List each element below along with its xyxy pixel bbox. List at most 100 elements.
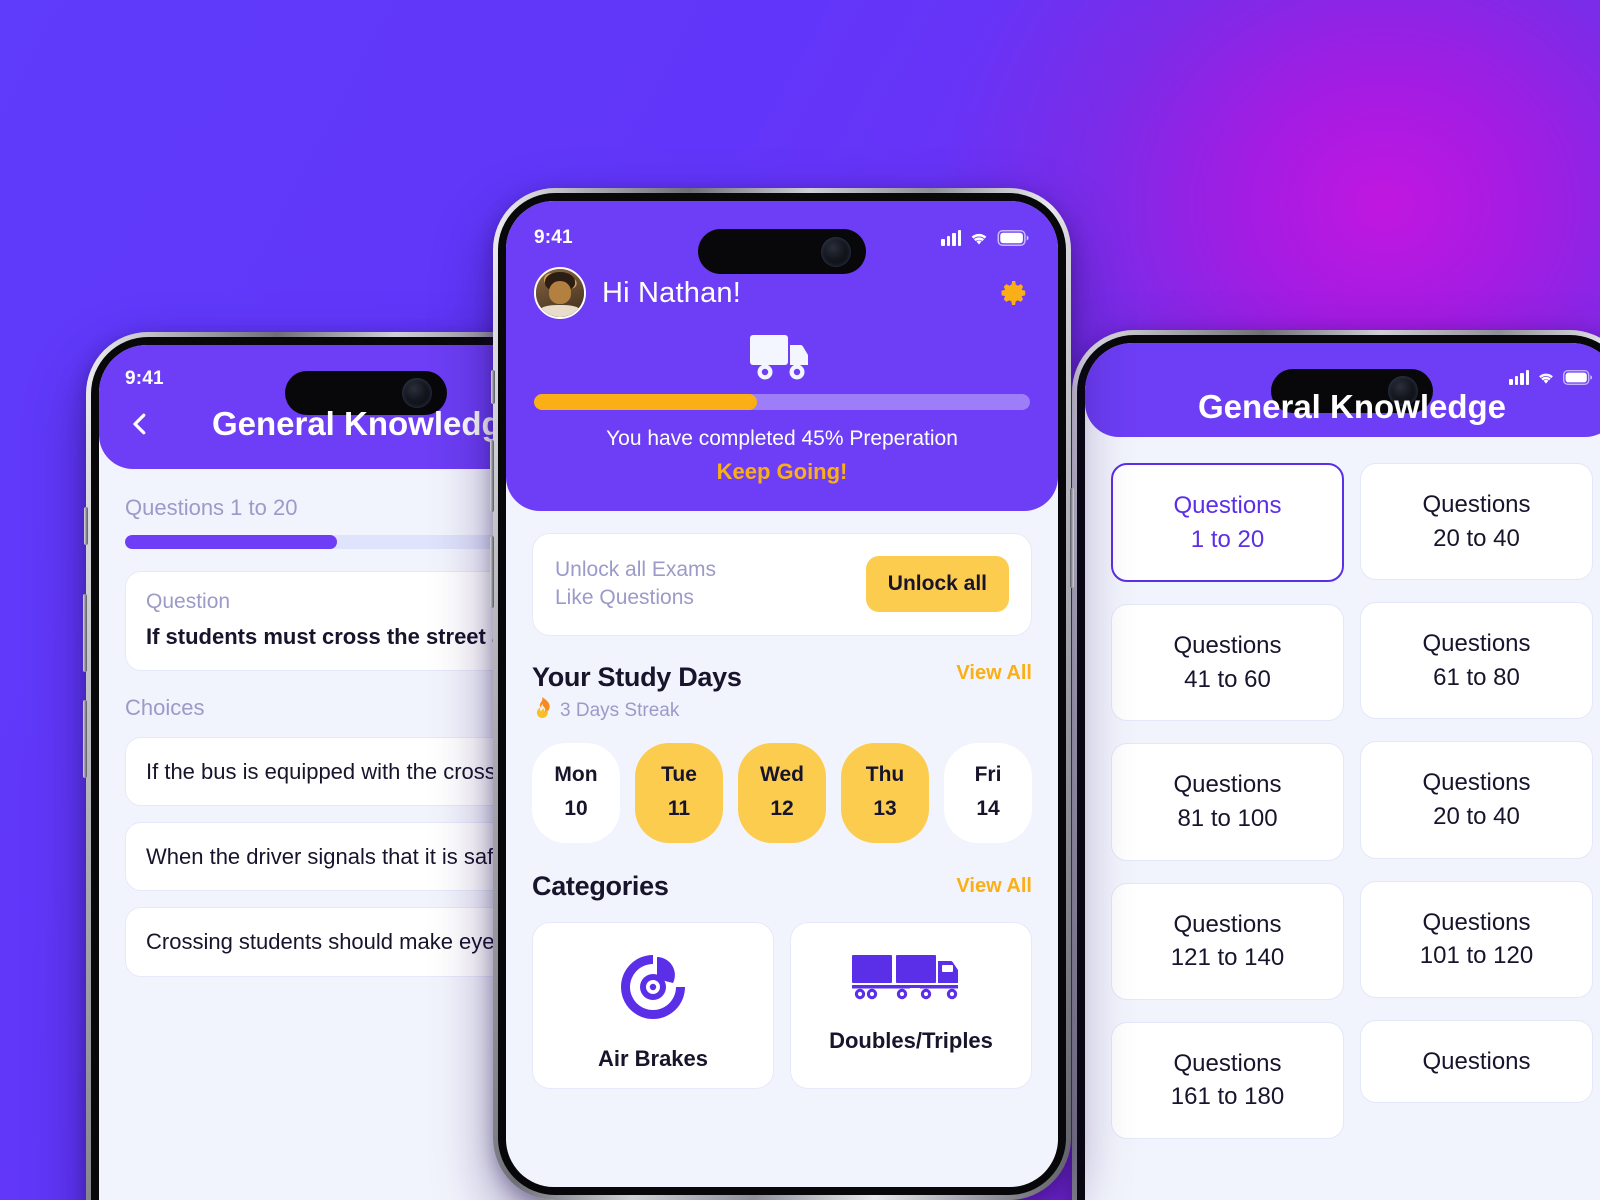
- power-button[interactable]: [1070, 488, 1074, 588]
- categories-grid: Air Brakes Doubles/Triples: [532, 921, 1032, 1089]
- volume-down-button[interactable]: [490, 536, 494, 608]
- right-body: Questions 1 to 20 Questions 41 to 60 Questio…: [1085, 437, 1600, 1139]
- avatar[interactable]: [534, 267, 586, 319]
- front-camera-icon: [402, 378, 433, 408]
- preparation-progress-bar: [534, 394, 1030, 410]
- category-card-air-brakes[interactable]: Air Brakes: [532, 921, 774, 1089]
- study-day-date: 10: [564, 796, 588, 820]
- question-sets-right-column: Questions 20 to 40 Questions 61 to 80 Questi…: [1360, 463, 1593, 1139]
- question-set-title: Questions: [1173, 1049, 1282, 1077]
- study-day-name: Mon: [554, 762, 598, 786]
- question-set-card[interactable]: Questions 41 to 60: [1111, 604, 1344, 722]
- question-set-card[interactable]: Questions 161 to 180: [1111, 1021, 1344, 1139]
- categories-header: Categories View All: [532, 871, 1032, 902]
- question-set-title: Questions: [1422, 1047, 1531, 1075]
- question-set-card[interactable]: Questions 20 to 40: [1360, 741, 1593, 859]
- dynamic-island: [698, 229, 866, 274]
- status-time: 9:41: [534, 227, 573, 248]
- category-name: Air Brakes: [597, 1045, 709, 1071]
- fire-icon: [532, 696, 552, 725]
- volume-up-button[interactable]: [83, 594, 87, 672]
- front-camera-icon: [820, 236, 851, 267]
- question-set-title: Questions: [1422, 769, 1531, 797]
- question-set-card[interactable]: Questions: [1360, 1019, 1593, 1104]
- question-set-title: Questions: [1173, 632, 1282, 660]
- truck-icon: [748, 331, 816, 388]
- study-day-name: Wed: [760, 762, 804, 786]
- status-icons: [1509, 369, 1593, 385]
- study-days-row: Mon 10 Tue 11 Wed 12 Thu 13 Fri 14: [532, 742, 1032, 843]
- user-greeting-row: Hi Nathan!: [534, 267, 1030, 319]
- page-title: General Knowledge: [1197, 388, 1507, 425]
- question-set-card[interactable]: Questions 81 to 100: [1111, 743, 1344, 861]
- silent-switch[interactable]: [491, 370, 495, 404]
- question-set-card[interactable]: Questions 1 to 20: [1111, 463, 1344, 583]
- study-day-name: Tue: [661, 762, 697, 786]
- question-set-card[interactable]: Questions 61 to 80: [1360, 602, 1593, 720]
- question-set-title: Questions: [1422, 908, 1531, 936]
- study-day-date: 14: [976, 796, 1000, 820]
- categories-view-all[interactable]: View All: [956, 875, 1032, 898]
- question-sets-grid: Questions 1 to 20 Questions 41 to 60 Questio…: [1111, 463, 1593, 1139]
- gear-icon[interactable]: [992, 274, 1030, 312]
- unlock-line-2: Like Questions: [555, 586, 694, 610]
- center-phone-mockup: 9:41 Hi Nathan! You have completed 45% P…: [490, 188, 1074, 1200]
- study-day-tue[interactable]: Tue 11: [635, 742, 723, 843]
- center-phone-screen: 9:41 Hi Nathan! You have completed 45% P…: [506, 201, 1058, 1187]
- quiz-progress-fill: [125, 535, 338, 549]
- unlock-line-1: Unlock all Exams: [555, 558, 717, 581]
- encouragement-text: Keep Going!: [716, 459, 848, 484]
- streak-row: 3 Days Streak: [532, 696, 742, 725]
- study-day-date: 12: [770, 796, 794, 820]
- question-set-range: 1 to 20: [1190, 525, 1265, 553]
- study-day-date: 13: [873, 796, 897, 820]
- streak-text: 3 Days Streak: [560, 699, 680, 721]
- question-set-title: Questions: [1173, 910, 1282, 938]
- completion-text: You have completed 45% Preperation: [606, 427, 958, 450]
- wifi-icon: [1536, 370, 1556, 385]
- unlock-card-text: Unlock all Exams Like Questions: [555, 556, 716, 613]
- study-day-date: 11: [667, 796, 691, 820]
- question-set-range: 20 to 40: [1433, 524, 1520, 552]
- status-icons: [941, 230, 1030, 246]
- question-set-card[interactable]: Questions 20 to 40: [1360, 463, 1593, 581]
- home-body: Unlock all Exams Like Questions Unlock a…: [506, 511, 1058, 1089]
- study-days-view-all[interactable]: View All: [956, 662, 1032, 685]
- study-day-wed[interactable]: Wed 12: [738, 742, 826, 843]
- question-set-card[interactable]: Questions 121 to 140: [1111, 882, 1344, 1000]
- category-name: Doubles/Triples: [829, 1027, 993, 1053]
- battery-full-icon: [1563, 369, 1593, 385]
- question-set-title: Questions: [1173, 492, 1282, 519]
- unlock-all-button[interactable]: Unlock all: [865, 556, 1009, 613]
- question-set-title: Questions: [1422, 630, 1531, 658]
- mockup-stage: 9:41 General Knowledge Questions 1 to 20: [0, 0, 1600, 1200]
- wifi-icon: [968, 230, 990, 246]
- silent-switch[interactable]: [84, 507, 88, 545]
- study-day-name: Fri: [974, 762, 1002, 786]
- right-phone-mockup: 9:41: [1072, 330, 1600, 1200]
- greeting-text: Hi Nathan!: [602, 276, 742, 309]
- volume-down-button[interactable]: [83, 700, 87, 778]
- home-header: 9:41 Hi Nathan! You have completed 45% P…: [506, 201, 1058, 511]
- question-set-card[interactable]: Questions 101 to 120: [1360, 880, 1593, 998]
- preparation-progress-fill: [534, 394, 758, 410]
- category-card-doubles-triples[interactable]: Doubles/Triples: [790, 921, 1032, 1089]
- question-set-range: 81 to 100: [1177, 804, 1278, 832]
- question-set-range: 20 to 40: [1433, 802, 1520, 830]
- study-day-thu[interactable]: Thu 13: [841, 742, 929, 843]
- status-time: 9:41: [125, 368, 164, 389]
- study-days-header: Your Study Days 3 Days Streak View All: [532, 662, 1032, 725]
- study-day-mon[interactable]: Mon 10: [532, 742, 620, 843]
- question-sets-left-column: Questions 1 to 20 Questions 41 to 60 Questio…: [1111, 463, 1344, 1139]
- study-day-name: Thu: [865, 762, 905, 786]
- question-set-range: 61 to 80: [1433, 663, 1520, 691]
- study-day-fri[interactable]: Fri 14: [944, 742, 1032, 843]
- brake-disc-icon: [615, 954, 691, 1029]
- right-phone-screen: 9:41: [1085, 343, 1600, 1200]
- signal-bars-icon: [1509, 369, 1529, 385]
- study-days-title: Your Study Days: [532, 661, 742, 692]
- question-set-title: Questions: [1422, 491, 1531, 518]
- volume-up-button[interactable]: [490, 440, 494, 512]
- question-set-title: Questions: [1173, 771, 1282, 799]
- battery-full-icon: [997, 230, 1030, 246]
